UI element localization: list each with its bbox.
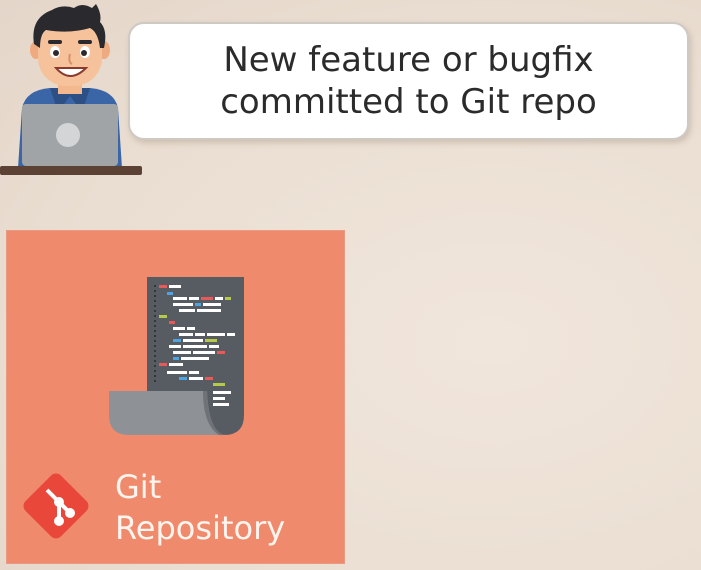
developer-with-laptop-icon: [0, 0, 145, 180]
speech-bubble-line-1: New feature or bugfix: [223, 40, 594, 80]
speech-bubble-line-2: committed to Git repo: [220, 82, 597, 122]
git-repository-label: Git Repository: [115, 467, 285, 549]
repo-label-line-1: Git: [115, 468, 162, 506]
repo-label-line-2: Repository: [115, 509, 286, 547]
code-document-icon: [107, 275, 247, 437]
git-logo-icon: [17, 467, 95, 545]
speech-bubble: New feature or bugfix committed to Git r…: [128, 22, 689, 140]
git-repository-card: Git Repository: [6, 230, 345, 564]
